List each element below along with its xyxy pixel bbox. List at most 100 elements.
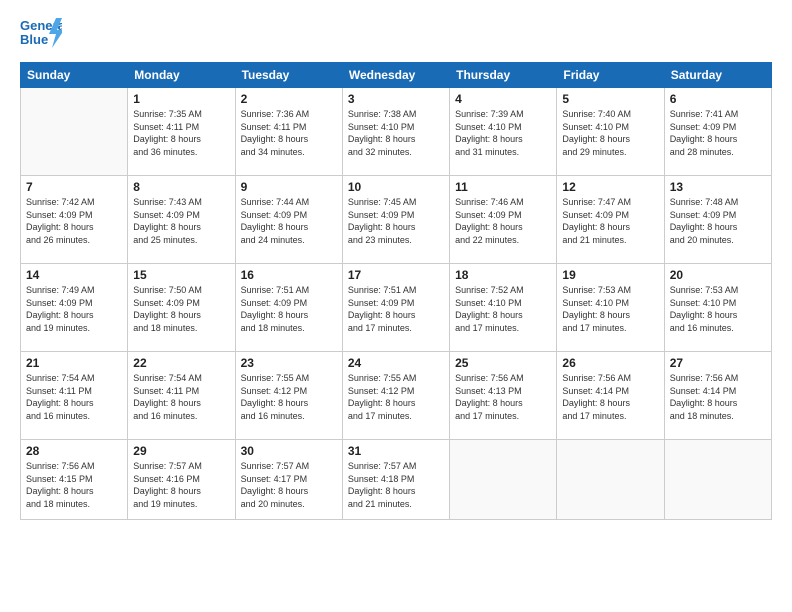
day-cell: 14 Sunrise: 7:49 AM Sunset: 4:09 PM Dayli… xyxy=(21,264,128,352)
day-cell: 8 Sunrise: 7:43 AM Sunset: 4:09 PM Daylig… xyxy=(128,176,235,264)
day-info: Sunrise: 7:57 AM Sunset: 4:16 PM Dayligh… xyxy=(133,460,229,510)
day-cell: 2 Sunrise: 7:36 AM Sunset: 4:11 PM Daylig… xyxy=(235,88,342,176)
week-row-4: 21 Sunrise: 7:54 AM Sunset: 4:11 PM Dayli… xyxy=(21,352,772,440)
day-info: Sunrise: 7:42 AM Sunset: 4:09 PM Dayligh… xyxy=(26,196,122,246)
day-info: Sunrise: 7:51 AM Sunset: 4:09 PM Dayligh… xyxy=(348,284,444,334)
day-number: 20 xyxy=(670,268,766,282)
day-number: 18 xyxy=(455,268,551,282)
day-cell: 1 Sunrise: 7:35 AM Sunset: 4:11 PM Daylig… xyxy=(128,88,235,176)
day-cell xyxy=(664,440,771,520)
day-info: Sunrise: 7:54 AM Sunset: 4:11 PM Dayligh… xyxy=(26,372,122,422)
day-number: 19 xyxy=(562,268,658,282)
day-cell: 23Sunrise: 7:55 AM Sunset: 4:12 PM Dayli… xyxy=(235,352,342,440)
day-info: Sunrise: 7:55 AM Sunset: 4:12 PM Dayligh… xyxy=(348,372,444,422)
day-cell: 6Sunrise: 7:41 AM Sunset: 4:09 PM Daylig… xyxy=(664,88,771,176)
day-cell xyxy=(450,440,557,520)
day-cell: 19 Sunrise: 7:53 AM Sunset: 4:10 PM Dayli… xyxy=(557,264,664,352)
col-header-saturday: Saturday xyxy=(664,63,771,88)
day-number: 30 xyxy=(241,444,337,458)
day-number: 15 xyxy=(133,268,229,282)
day-info: Sunrise: 7:54 AM Sunset: 4:11 PM Dayligh… xyxy=(133,372,229,422)
day-info: Sunrise: 7:39 AM Sunset: 4:10 PM Dayligh… xyxy=(455,108,551,158)
day-cell xyxy=(21,88,128,176)
day-number: 2 xyxy=(241,92,337,106)
day-number: 12 xyxy=(562,180,658,194)
day-number: 5 xyxy=(562,92,658,106)
day-cell: 25 Sunrise: 7:56 AM Sunset: 4:13 PM Dayli… xyxy=(450,352,557,440)
day-info: Sunrise: 7:56 AM Sunset: 4:15 PM Dayligh… xyxy=(26,460,122,510)
day-number: 8 xyxy=(133,180,229,194)
day-info: Sunrise: 7:49 AM Sunset: 4:09 PM Dayligh… xyxy=(26,284,122,334)
day-info: Sunrise: 7:43 AM Sunset: 4:09 PM Dayligh… xyxy=(133,196,229,246)
day-number: 10 xyxy=(348,180,444,194)
day-info: Sunrise: 7:41 AM Sunset: 4:09 PM Dayligh… xyxy=(670,108,766,158)
day-number: 21 xyxy=(26,356,122,370)
day-number: 3 xyxy=(348,92,444,106)
header-row: SundayMondayTuesdayWednesdayThursdayFrid… xyxy=(21,63,772,88)
day-info: Sunrise: 7:45 AM Sunset: 4:09 PM Dayligh… xyxy=(348,196,444,246)
day-cell: 5 Sunrise: 7:40 AM Sunset: 4:10 PM Daylig… xyxy=(557,88,664,176)
day-cell: 13 Sunrise: 7:48 AM Sunset: 4:09 PM Dayli… xyxy=(664,176,771,264)
day-number: 7 xyxy=(26,180,122,194)
day-number: 26 xyxy=(562,356,658,370)
day-number: 14 xyxy=(26,268,122,282)
logo-icon: GeneralBlue xyxy=(20,16,62,52)
day-number: 25 xyxy=(455,356,551,370)
week-row-5: 28 Sunrise: 7:56 AM Sunset: 4:15 PM Dayli… xyxy=(21,440,772,520)
week-row-1: 1 Sunrise: 7:35 AM Sunset: 4:11 PM Daylig… xyxy=(21,88,772,176)
day-number: 17 xyxy=(348,268,444,282)
day-cell: 18 Sunrise: 7:52 AM Sunset: 4:10 PM Dayli… xyxy=(450,264,557,352)
day-cell xyxy=(557,440,664,520)
col-header-friday: Friday xyxy=(557,63,664,88)
day-cell: 10 Sunrise: 7:45 AM Sunset: 4:09 PM Dayli… xyxy=(342,176,449,264)
col-header-monday: Monday xyxy=(128,63,235,88)
day-cell: 31 Sunrise: 7:57 AM Sunset: 4:18 PM Dayli… xyxy=(342,440,449,520)
day-number: 28 xyxy=(26,444,122,458)
day-cell: 20 Sunrise: 7:53 AM Sunset: 4:10 PM Dayli… xyxy=(664,264,771,352)
day-info: Sunrise: 7:44 AM Sunset: 4:09 PM Dayligh… xyxy=(241,196,337,246)
day-number: 13 xyxy=(670,180,766,194)
col-header-sunday: Sunday xyxy=(21,63,128,88)
day-info: Sunrise: 7:57 AM Sunset: 4:17 PM Dayligh… xyxy=(241,460,337,510)
day-info: Sunrise: 7:53 AM Sunset: 4:10 PM Dayligh… xyxy=(670,284,766,334)
col-header-tuesday: Tuesday xyxy=(235,63,342,88)
day-cell: 28 Sunrise: 7:56 AM Sunset: 4:15 PM Dayli… xyxy=(21,440,128,520)
day-info: Sunrise: 7:56 AM Sunset: 4:14 PM Dayligh… xyxy=(670,372,766,422)
day-cell: 4Sunrise: 7:39 AM Sunset: 4:10 PM Daylig… xyxy=(450,88,557,176)
logo: GeneralBlue xyxy=(20,16,62,52)
day-number: 1 xyxy=(133,92,229,106)
day-cell: 29 Sunrise: 7:57 AM Sunset: 4:16 PM Dayli… xyxy=(128,440,235,520)
day-info: Sunrise: 7:56 AM Sunset: 4:14 PM Dayligh… xyxy=(562,372,658,422)
day-number: 11 xyxy=(455,180,551,194)
day-info: Sunrise: 7:55 AM Sunset: 4:12 PM Dayligh… xyxy=(241,372,337,422)
day-info: Sunrise: 7:36 AM Sunset: 4:11 PM Dayligh… xyxy=(241,108,337,158)
day-cell: 15 Sunrise: 7:50 AM Sunset: 4:09 PM Dayli… xyxy=(128,264,235,352)
day-info: Sunrise: 7:56 AM Sunset: 4:13 PM Dayligh… xyxy=(455,372,551,422)
day-info: Sunrise: 7:35 AM Sunset: 4:11 PM Dayligh… xyxy=(133,108,229,158)
day-info: Sunrise: 7:50 AM Sunset: 4:09 PM Dayligh… xyxy=(133,284,229,334)
day-cell: 30 Sunrise: 7:57 AM Sunset: 4:17 PM Dayli… xyxy=(235,440,342,520)
day-info: Sunrise: 7:48 AM Sunset: 4:09 PM Dayligh… xyxy=(670,196,766,246)
day-number: 31 xyxy=(348,444,444,458)
day-cell: 9 Sunrise: 7:44 AM Sunset: 4:09 PM Daylig… xyxy=(235,176,342,264)
day-info: Sunrise: 7:40 AM Sunset: 4:10 PM Dayligh… xyxy=(562,108,658,158)
day-info: Sunrise: 7:47 AM Sunset: 4:09 PM Dayligh… xyxy=(562,196,658,246)
col-header-wednesday: Wednesday xyxy=(342,63,449,88)
day-number: 27 xyxy=(670,356,766,370)
day-number: 9 xyxy=(241,180,337,194)
day-info: Sunrise: 7:53 AM Sunset: 4:10 PM Dayligh… xyxy=(562,284,658,334)
day-number: 16 xyxy=(241,268,337,282)
day-cell: 7 Sunrise: 7:42 AM Sunset: 4:09 PM Daylig… xyxy=(21,176,128,264)
day-info: Sunrise: 7:46 AM Sunset: 4:09 PM Dayligh… xyxy=(455,196,551,246)
day-cell: 3 Sunrise: 7:38 AM Sunset: 4:10 PM Daylig… xyxy=(342,88,449,176)
day-cell: 22Sunrise: 7:54 AM Sunset: 4:11 PM Dayli… xyxy=(128,352,235,440)
day-info: Sunrise: 7:52 AM Sunset: 4:10 PM Dayligh… xyxy=(455,284,551,334)
day-info: Sunrise: 7:57 AM Sunset: 4:18 PM Dayligh… xyxy=(348,460,444,510)
day-info: Sunrise: 7:38 AM Sunset: 4:10 PM Dayligh… xyxy=(348,108,444,158)
day-number: 24 xyxy=(348,356,444,370)
day-number: 29 xyxy=(133,444,229,458)
week-row-3: 14 Sunrise: 7:49 AM Sunset: 4:09 PM Dayli… xyxy=(21,264,772,352)
day-cell: 21 Sunrise: 7:54 AM Sunset: 4:11 PM Dayli… xyxy=(21,352,128,440)
day-info: Sunrise: 7:51 AM Sunset: 4:09 PM Dayligh… xyxy=(241,284,337,334)
page: GeneralBlue SundayMondayTuesdayWednesday… xyxy=(0,0,792,612)
